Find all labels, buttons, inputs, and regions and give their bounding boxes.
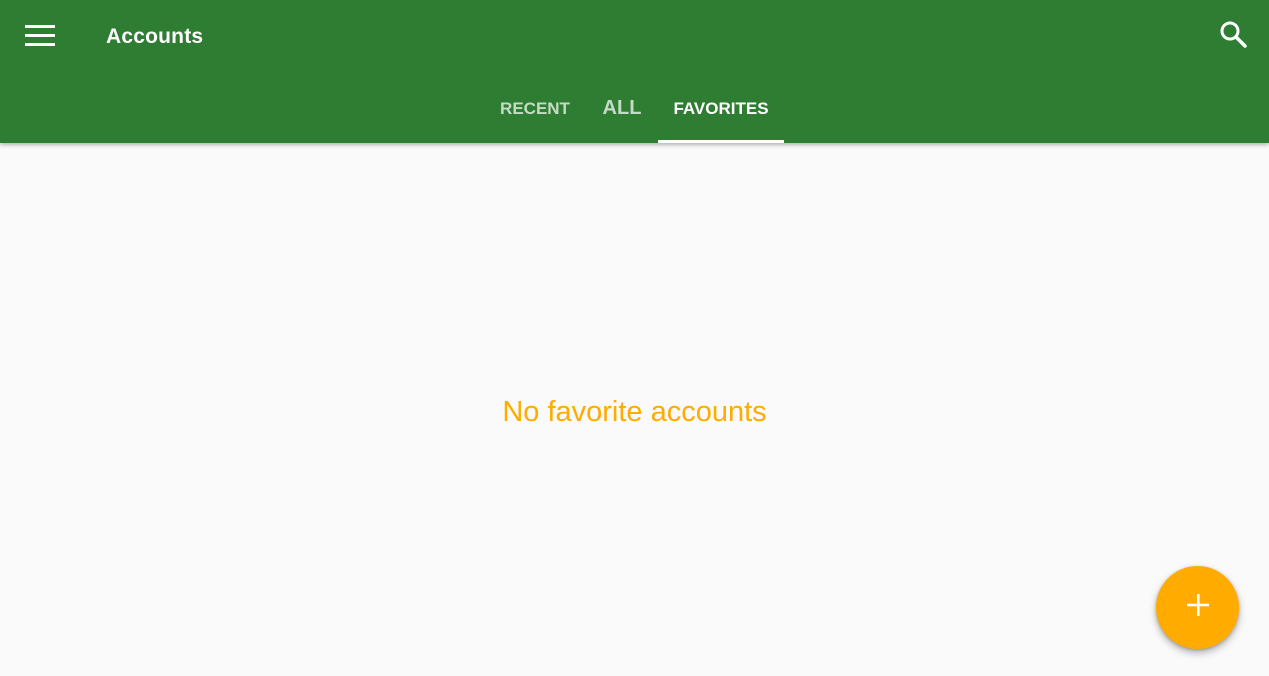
- empty-state-message: No favorite accounts: [502, 396, 767, 428]
- tab-favorites[interactable]: FAVORITES: [658, 78, 784, 143]
- tab-all[interactable]: ALL: [586, 78, 658, 143]
- hamburger-menu-icon: [25, 25, 55, 47]
- page-title: Accounts: [106, 25, 204, 48]
- tab-recent[interactable]: RECENT: [484, 78, 586, 143]
- plus-icon: [1186, 593, 1210, 622]
- app-bar: Accounts RECENT ALL FAVORITES: [0, 0, 1269, 143]
- menu-button[interactable]: [14, 13, 66, 59]
- selected-tab-indicator: [658, 140, 784, 143]
- tab-bar: RECENT ALL FAVORITES: [0, 78, 1269, 143]
- add-account-button[interactable]: [1156, 566, 1239, 649]
- search-button[interactable]: [1211, 13, 1255, 59]
- search-icon: [1219, 20, 1247, 53]
- app-window: Accounts RECENT ALL FAVORITES No favorit…: [0, 0, 1269, 676]
